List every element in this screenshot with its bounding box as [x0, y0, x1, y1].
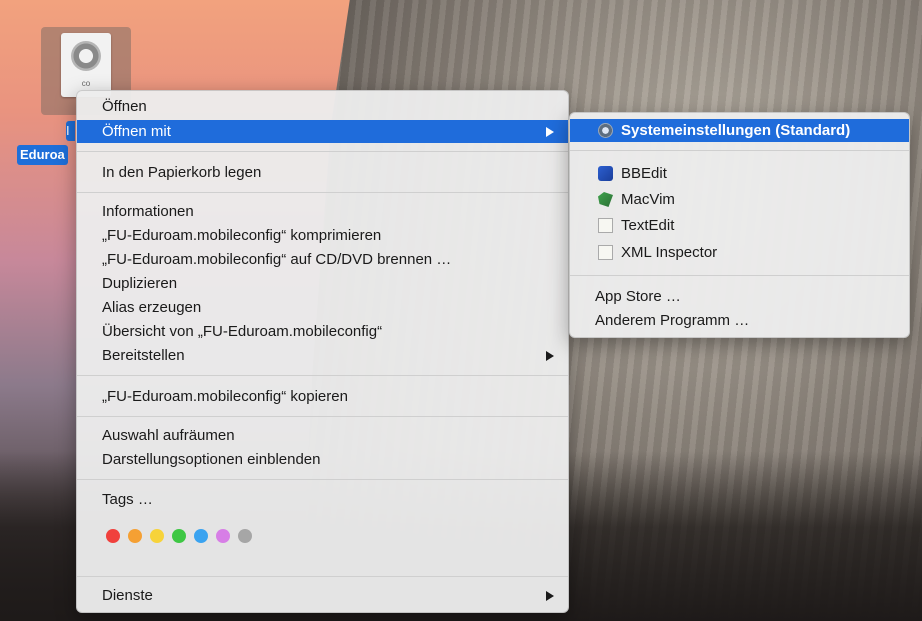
menu-separator	[570, 275, 909, 276]
macvim-icon	[598, 192, 613, 207]
tag-gray-dot[interactable]	[238, 529, 252, 543]
submenu-item-bbedit[interactable]: BBEdit	[570, 162, 909, 185]
submenu-item-label: BBEdit	[621, 165, 667, 182]
xml-inspector-icon	[598, 245, 613, 260]
menu-separator	[77, 416, 568, 417]
submenu-item-label: Systemeinstellungen (Standard)	[621, 122, 851, 139]
menu-separator	[77, 375, 568, 376]
submenu-item-system-preferences[interactable]: Systemeinstellungen (Standard)	[570, 119, 909, 142]
textedit-icon	[598, 218, 613, 233]
menu-item-open[interactable]: Öffnen	[77, 95, 568, 118]
tag-orange-dot[interactable]	[128, 529, 142, 543]
menu-item-clean-up[interactable]: Auswahl aufräumen	[77, 424, 568, 447]
tag-red-dot[interactable]	[106, 529, 120, 543]
menu-separator	[77, 151, 568, 152]
submenu-item-label: TextEdit	[621, 217, 675, 234]
menu-item-services-label: Dienste	[102, 587, 153, 604]
submenu-item-app-store[interactable]: App Store …	[570, 285, 909, 308]
gear-icon	[71, 41, 101, 71]
submenu-arrow-icon	[546, 591, 554, 601]
menu-item-open-with[interactable]: Öffnen mit	[77, 120, 568, 143]
menu-item-tags[interactable]: Tags …	[77, 488, 568, 511]
submenu-arrow-icon	[546, 127, 554, 137]
tag-color-row	[106, 529, 252, 543]
menu-item-duplicate[interactable]: Duplizieren	[77, 272, 568, 295]
menu-item-quicklook[interactable]: Übersicht von „FU-Eduroam.mobileconfig“	[77, 320, 568, 343]
tag-yellow-dot[interactable]	[150, 529, 164, 543]
tag-blue-dot[interactable]	[194, 529, 208, 543]
desktop-file-label[interactable]: Eduroa	[17, 145, 68, 165]
menu-item-open-with-label: Öffnen mit	[102, 123, 171, 140]
menu-separator	[77, 576, 568, 577]
menu-separator	[77, 479, 568, 480]
submenu-item-macvim[interactable]: MacVim	[570, 188, 909, 211]
submenu-arrow-icon	[546, 351, 554, 361]
menu-item-trash[interactable]: In den Papierkorb legen	[77, 161, 568, 184]
file-label-fragment[interactable]: I	[66, 121, 75, 141]
submenu-item-textedit[interactable]: TextEdit	[570, 214, 909, 237]
bbedit-icon	[598, 166, 613, 181]
system-preferences-icon	[598, 123, 613, 138]
menu-item-info[interactable]: Informationen	[77, 200, 568, 223]
menu-item-compress[interactable]: „FU-Eduroam.mobileconfig“ komprimieren	[77, 224, 568, 247]
submenu-item-xml-inspector[interactable]: XML Inspector	[570, 241, 909, 264]
submenu-item-label: XML Inspector	[621, 244, 718, 261]
submenu-item-label: MacVim	[621, 191, 675, 208]
menu-item-share[interactable]: Bereitstellen	[77, 344, 568, 367]
menu-item-services[interactable]: Dienste	[77, 584, 568, 607]
file-icon-ext: co	[81, 79, 91, 88]
menu-separator	[77, 192, 568, 193]
menu-item-alias[interactable]: Alias erzeugen	[77, 296, 568, 319]
menu-separator	[570, 150, 909, 151]
open-with-submenu: Systemeinstellungen (Standard) BBEdit Ma…	[569, 112, 910, 338]
context-menu: Öffnen Öffnen mit In den Papierkorb lege…	[76, 90, 569, 613]
menu-item-view-options[interactable]: Darstellungsoptionen einblenden	[77, 448, 568, 471]
tag-purple-dot[interactable]	[216, 529, 230, 543]
menu-item-share-label: Bereitstellen	[102, 347, 185, 364]
tag-green-dot[interactable]	[172, 529, 186, 543]
menu-item-burn[interactable]: „FU-Eduroam.mobileconfig“ auf CD/DVD bre…	[77, 248, 568, 271]
menu-item-copy[interactable]: „FU-Eduroam.mobileconfig“ kopieren	[77, 385, 568, 408]
submenu-item-other-app[interactable]: Anderem Programm …	[570, 309, 909, 332]
